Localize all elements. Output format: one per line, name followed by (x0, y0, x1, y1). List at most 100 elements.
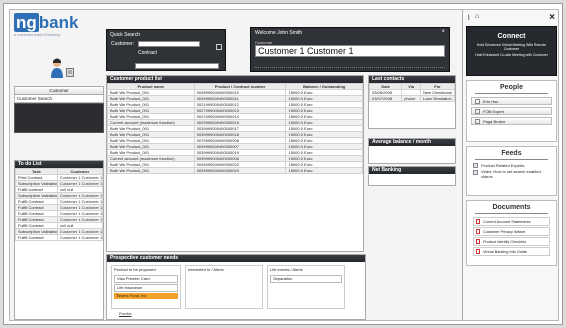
todo-row[interactable]: Fulfill Contract Customer 1 Customer 1 (15, 210, 104, 217)
contact-date-cell: 03/07/2008 (369, 95, 403, 102)
doc-item-privacy[interactable]: Customer Privacy Waiver (473, 227, 550, 236)
resize-icon[interactable] (216, 44, 222, 50)
feeds-panel: Feeds Product Related Experts Video: How… (466, 146, 557, 196)
document-icon (476, 229, 480, 234)
feeds-title: Feeds (501, 150, 522, 157)
net-banking-title: Net Banking (369, 167, 455, 174)
connect-cosite-meeting-link[interactable]: Hold Enhanced Co-site Meeting with Custo… (473, 53, 550, 57)
feed-icon (473, 163, 478, 168)
contract-search-input[interactable] (135, 63, 219, 69)
feed-item-label: Product Related Experts (481, 163, 525, 168)
balance-cell: 15000.0 Euro (285, 167, 363, 174)
last-contacts-title: Last contacts (369, 76, 455, 83)
video-icon (473, 170, 478, 175)
todo-customer-cell: Customer 1 Customer 1 (56, 180, 104, 187)
todo-customer-cell: Customer 1 Customer 1 (56, 216, 104, 223)
todo-customer-cell: Customer 1 Customer 1 (56, 228, 104, 235)
todo-row[interactable]: Fulfill Contract Customer 1 Customer 1 (15, 198, 104, 205)
net-banking-panel: Net Banking (368, 166, 456, 186)
connect-panel: Connect Hold Enhanced Virtual Meeting Wi… (466, 26, 557, 76)
document-icon (476, 249, 480, 254)
welcome-customer-value: Customer 1 Customer 1 (258, 46, 354, 56)
feeds-divider (475, 159, 548, 160)
person-icon (475, 108, 480, 114)
life-events-box: Life events / Alerts Separation (267, 265, 345, 309)
close-icon[interactable]: × (549, 12, 555, 23)
todo-row[interactable]: Subscription Validation Customer 1 Custom… (15, 228, 104, 235)
welcome-panel: Welcome John Smith × Customer Customer 1… (250, 27, 450, 72)
todo-table: Task Customer Print Contract Customer 1 C… (15, 168, 104, 241)
customer-needs-title: Prospective customer needs (107, 255, 365, 262)
people-item-paga-broker[interactable]: Paga Broker (471, 117, 552, 125)
doc-item-statements[interactable]: Current Account Statements (473, 217, 550, 226)
interested-in-label: Interested In / Alerts (188, 267, 224, 272)
feed-item-video[interactable]: Video: How to set search enabled videos (473, 169, 550, 179)
todo-customer-cell: Customer 1 Customer 1 (56, 234, 104, 241)
last-contacts-table: Date Via For 03/06/2008- New Checkbook 03/… (369, 83, 455, 102)
contact-for-cell: New Checkbook (419, 89, 455, 96)
person-icon (475, 118, 480, 124)
home-icon[interactable]: ⌂ (475, 13, 479, 20)
proposal-item-life-insurance[interactable]: Life Insurance (114, 284, 178, 292)
product-list-panel: Customer product list Product name Produ… (106, 75, 364, 252)
person-icon (475, 98, 480, 104)
screenshot-frame: ng bank a connected world of banking Cust… (3, 3, 563, 325)
todo-row[interactable]: Subscription Validation Customer 1 Custom… (15, 192, 104, 199)
todo-task-cell[interactable]: Subscription Validation (15, 180, 58, 187)
todo-customer-cell: Customer 1 Customer 1 (56, 174, 104, 181)
documents-panel: Documents Current Account Statements Cus… (466, 200, 557, 266)
last-contacts-panel: Last contacts Date Via For 03/06/2008- Ne… (368, 75, 456, 129)
feed-item-product-experts[interactable]: Product Related Experts (473, 163, 550, 168)
customer-needs-panel: Prospective customer needs Product to be… (106, 254, 366, 320)
doc-item-guide[interactable]: Virtual Banking Info Guide (473, 247, 550, 256)
proposal-item-towers-fund[interactable]: Towers Fund, Inv (114, 293, 178, 299)
logo-area: ng bank a connected world of banking (14, 13, 104, 54)
connect-title: Connect (497, 33, 526, 40)
customer-search-input[interactable] (138, 41, 200, 47)
sidebar-item-customer[interactable]: Customer (14, 86, 104, 95)
todo-task-cell[interactable]: Fulfill Contract (15, 234, 58, 241)
todo-row[interactable]: Subscription Validation Customer 1 Custom… (15, 180, 104, 187)
predict-link[interactable]: Predict (119, 311, 131, 316)
brand-logo: ng bank (14, 13, 104, 32)
life-event-separation[interactable]: Separation (270, 275, 342, 283)
sidebar-item-customer-search[interactable]: Customer Search (14, 95, 104, 103)
customer-card-icon[interactable] (66, 68, 74, 77)
connect-virtual-meeting-link[interactable]: Hold Enhanced Virtual Meeting With Remot… (473, 43, 550, 51)
doc-item-label: Product Identify Checklist (483, 239, 526, 244)
welcome-close-icon[interactable]: × (441, 29, 445, 35)
people-item-erin-hsu[interactable]: Erin Hsu (471, 97, 552, 105)
todo-row[interactable]: Fulfill Contract Customer 1 Customer 1 (15, 216, 104, 223)
rss-icon[interactable]: ⌇ (467, 14, 470, 22)
people-panel: People Erin Hsu FOB Expert Paga Broker (466, 80, 557, 142)
todo-task-cell[interactable]: Subscription Validation (15, 192, 58, 199)
welcome-customer-field[interactable]: Customer 1 Customer 1 (255, 45, 445, 57)
contact-row[interactable]: 03/07/2008 phone Loan Simulation (369, 95, 455, 102)
sidebar-menu: Customer Customer Search (14, 86, 104, 133)
doc-item-checklist[interactable]: Product Identify Checklist (473, 237, 550, 246)
brand-logo-bank: bank (38, 13, 79, 32)
app-window: ng bank a connected world of banking Cust… (9, 9, 559, 321)
welcome-title: Welcome John Smith (255, 30, 303, 36)
document-icon (476, 219, 480, 224)
feed-item-label: Video: How to set search enabled videos (481, 169, 541, 179)
todo-customer-cell: Customer 1 Customer 1 (56, 198, 104, 205)
product-row[interactable]: Both We Product_001 0033990000400000023 15… (107, 167, 363, 174)
todo-customer-cell: Customer 1 Customer 1 (56, 204, 104, 211)
todo-task-cell[interactable]: Subscription Validation (15, 228, 58, 235)
todo-row[interactable]: Print Contract Customer 1 Customer 1 (15, 174, 104, 181)
product-list-title: Customer product list (107, 76, 363, 83)
product-to-propose-label: Product to be proposed (114, 267, 156, 272)
welcome-divider (255, 64, 445, 68)
todo-row[interactable]: Fulfill Contract Customer 1 Customer 1 (15, 234, 104, 241)
people-item-fob-expert[interactable]: FOB Expert (471, 107, 552, 115)
people-item-label: FOB Expert (483, 108, 504, 114)
contract-number-cell: 0033990000400000023 (193, 167, 287, 174)
todo-row[interactable]: Fulfill Contract Customer 1 Customer 1 (15, 204, 104, 211)
document-icon (476, 239, 480, 244)
avatar (50, 57, 64, 79)
people-divider (475, 93, 548, 94)
product-name-cell: Both We Product_001 (107, 167, 195, 174)
interested-in-box: Interested In / Alerts (185, 265, 263, 309)
proposal-item-visa[interactable]: Visa Premier Card (114, 275, 178, 283)
